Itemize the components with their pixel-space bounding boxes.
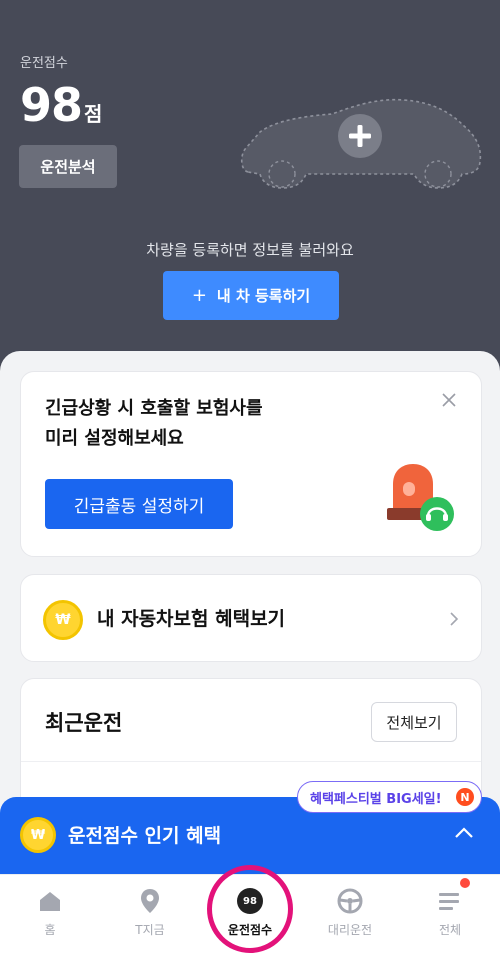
new-badge: N xyxy=(456,788,474,806)
score-value: 98 xyxy=(20,78,83,132)
menu-icon xyxy=(436,887,464,915)
notification-dot xyxy=(460,878,470,888)
promo-label: 혜택페스티벌 BIG세일! xyxy=(310,791,442,807)
tab-tnow[interactable]: T지금 xyxy=(100,875,200,945)
emergency-title-line1: 긴급상황 시 호출할 보험사를 xyxy=(45,398,263,419)
view-all-button[interactable]: 전체보기 xyxy=(371,702,457,742)
steering-wheel-icon xyxy=(336,887,364,915)
plus-icon: + xyxy=(191,285,207,306)
chevron-right-icon xyxy=(450,612,459,626)
insurance-benefit-label: 내 자동차보험 혜택보기 xyxy=(97,608,286,630)
home-icon xyxy=(36,887,64,915)
emergency-card-title: 긴급상황 시 호출할 보험사를 미리 설정해보세요 xyxy=(45,394,345,454)
score-display: 98 점 xyxy=(20,78,102,132)
register-car-label: 내 차 등록하기 xyxy=(216,287,311,305)
recent-driving-title: 최근운전 xyxy=(45,711,123,735)
tab-home-label: 홈 xyxy=(44,923,56,937)
driving-analysis-button[interactable]: 운전분석 xyxy=(19,145,117,188)
location-pin-icon xyxy=(136,887,164,915)
banner-label: 운전점수 인기 혜택 xyxy=(68,825,222,847)
tab-tnow-label: T지금 xyxy=(135,923,165,937)
chevron-up-icon[interactable] xyxy=(454,827,474,839)
score-label: 운전점수 xyxy=(20,56,68,71)
close-icon[interactable] xyxy=(439,390,459,410)
divider xyxy=(21,761,481,762)
tab-all[interactable]: 전체 xyxy=(400,875,500,945)
car-placeholder-icon[interactable] xyxy=(236,92,484,194)
emergency-insurance-card: 긴급상황 시 호출할 보험사를 미리 설정해보세요 긴급출동 설정하기 xyxy=(20,371,482,557)
won-coin-icon: ₩ xyxy=(43,600,83,640)
register-car-button[interactable]: + 내 차 등록하기 xyxy=(163,271,339,320)
register-prompt: 차량을 등록하면 정보를 불러와요 xyxy=(146,241,354,259)
tab-all-label: 전체 xyxy=(438,923,462,937)
score-unit: 점 xyxy=(84,102,103,126)
driving-score-hero: 운전점수 98 점 운전분석 차량을 등록하면 정보를 불러와요 + 내 차 등… xyxy=(0,0,500,400)
promo-festival-pill[interactable]: 혜택페스티벌 BIG세일! N xyxy=(297,781,482,813)
won-coin-icon: ₩ xyxy=(20,817,56,853)
tab-designated-driver-label: 대리운전 xyxy=(327,923,373,937)
insurance-benefit-card[interactable]: ₩ 내 자동차보험 혜택보기 xyxy=(20,574,482,662)
emergency-setup-button[interactable]: 긴급출동 설정하기 xyxy=(45,479,233,529)
highlight-circle xyxy=(207,865,293,953)
tab-designated-driver[interactable]: 대리운전 xyxy=(300,875,400,945)
emergency-title-line2: 미리 설정해보세요 xyxy=(45,428,184,449)
siren-headset-icon xyxy=(387,464,454,531)
tab-home[interactable]: 홈 xyxy=(0,875,100,945)
